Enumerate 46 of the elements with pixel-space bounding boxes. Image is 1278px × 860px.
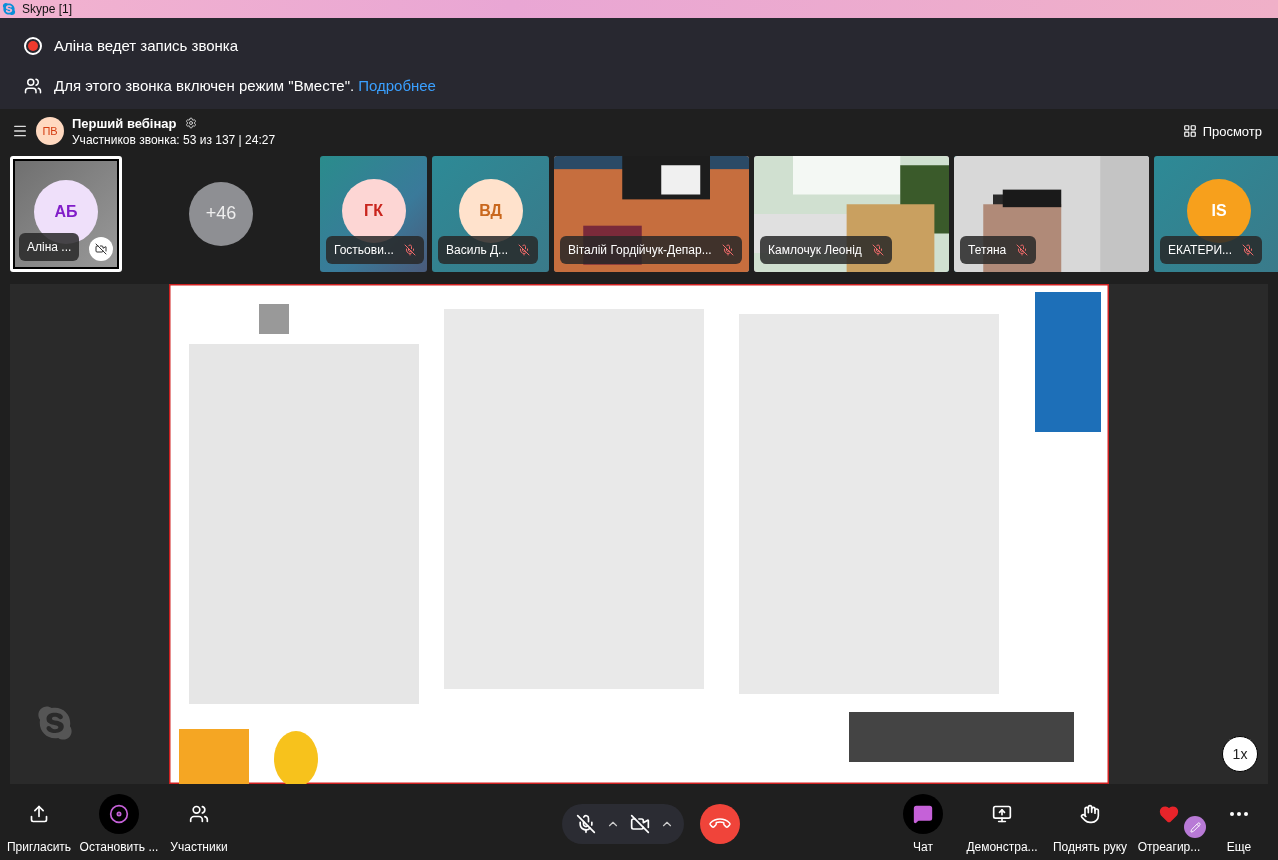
more-info-link[interactable]: Подробнее bbox=[358, 77, 436, 95]
chat-icon bbox=[913, 804, 933, 825]
record-button[interactable]: Остановить ... bbox=[76, 794, 162, 855]
group-icon bbox=[24, 76, 42, 95]
share-button[interactable]: Демонстра... bbox=[960, 794, 1044, 855]
participant-tile[interactable]: ГК Гостьови... bbox=[320, 155, 427, 272]
invite-button[interactable]: Пригласить bbox=[6, 794, 72, 855]
more-button[interactable]: Еще bbox=[1206, 794, 1272, 855]
participant-name: Гостьови... bbox=[334, 242, 394, 257]
people-button[interactable]: Участники bbox=[166, 794, 232, 855]
together-mode-notice: Для этого звонка включен режим "Вместе". Подробнее bbox=[54, 77, 436, 95]
end-call-button[interactable] bbox=[700, 804, 740, 845]
participant-name: Камлочук Леонід bbox=[768, 242, 862, 257]
participant-name: Василь Д... bbox=[446, 242, 509, 257]
react-icon bbox=[1159, 804, 1179, 825]
speed-button[interactable]: 1x bbox=[1222, 736, 1258, 773]
call-participants-count: Участников звонка: 53 из 137 | 24:27 bbox=[72, 132, 277, 147]
record-icon bbox=[109, 804, 129, 825]
people-icon bbox=[189, 804, 209, 825]
hand-button[interactable]: Поднять руку bbox=[1048, 794, 1132, 855]
participant-tile[interactable]: Тетяна bbox=[954, 155, 1149, 272]
participant-tile[interactable]: ВД Василь Д... bbox=[432, 155, 549, 272]
participant-name: Тетяна bbox=[968, 242, 1007, 257]
view-button[interactable]: Просмотр bbox=[1178, 119, 1266, 143]
pencil-icon bbox=[1184, 816, 1206, 839]
chat-button[interactable]: Чат bbox=[890, 794, 956, 855]
skype-logo-icon bbox=[2, 1, 16, 16]
call-title: Перший вебінар bbox=[72, 115, 177, 131]
hand-icon bbox=[1080, 804, 1100, 825]
camera-off-badge[interactable] bbox=[89, 236, 113, 261]
participant-tile[interactable]: Віталій Гордійчук-Депар... bbox=[554, 155, 749, 272]
grid-icon bbox=[1182, 124, 1197, 139]
share-icon bbox=[992, 804, 1012, 825]
window-title: Skype [1] bbox=[22, 1, 73, 16]
participant-name: Віталій Гордійчук-Депар... bbox=[568, 242, 712, 257]
recording-notice: Аліна ведет запись звонка bbox=[54, 37, 239, 55]
invite-icon bbox=[29, 804, 49, 825]
settings-icon[interactable] bbox=[184, 117, 197, 130]
call-avatar: ПВ bbox=[36, 117, 64, 146]
more-icon bbox=[1230, 812, 1248, 817]
participant-name: ЕКАТЕРИ... bbox=[1168, 242, 1233, 257]
participant-tile[interactable]: IS ЕКАТЕРИ... bbox=[1154, 155, 1278, 272]
participant-tile[interactable]: АБ Аліна ... bbox=[10, 155, 122, 272]
participant-tile[interactable]: Камлочук Леонід bbox=[754, 155, 949, 272]
skype-watermark-icon bbox=[36, 704, 74, 743]
react-button[interactable]: Отреагир... bbox=[1136, 794, 1202, 855]
